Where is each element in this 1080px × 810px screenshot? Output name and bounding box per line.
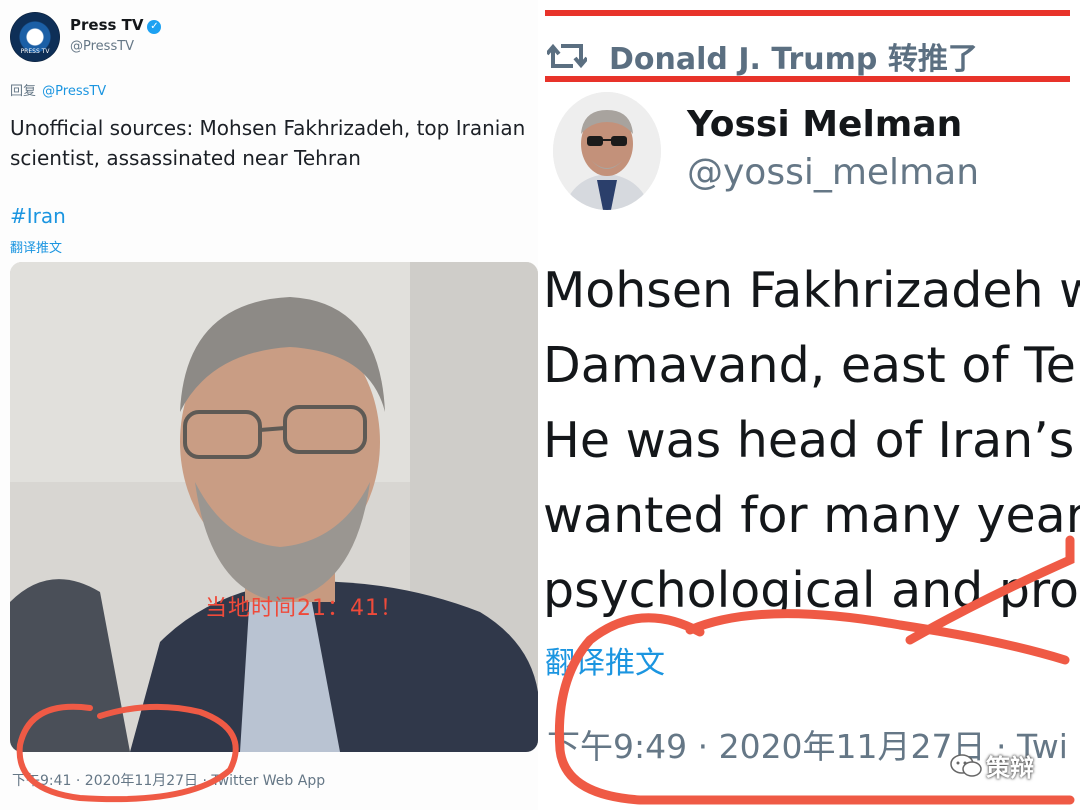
- verified-badge-icon: ✓: [147, 20, 162, 34]
- yossi-melman-avatar[interactable]: [553, 92, 661, 210]
- translate-tweet-link[interactable]: 翻译推文: [10, 237, 62, 256]
- tweet-timestamp[interactable]: 下午9:41 · 2020年11月27日 · Twitter Web App: [12, 770, 325, 790]
- tweet-text-line: wanted for many years: [545, 487, 1080, 544]
- author-handle[interactable]: @PressTV: [70, 39, 134, 54]
- chat-bubbles-icon: [950, 753, 982, 777]
- left-tweet-panel: PRESS TV Press TV ✓ @PressTV 回复 @PressTV …: [0, 0, 540, 810]
- press-tv-avatar[interactable]: PRESS TV: [10, 12, 60, 62]
- author-name[interactable]: Yossi Melman: [687, 104, 962, 145]
- tweet-text-line: Mohsen Fakhrizadeh was: [545, 262, 1080, 319]
- author-name[interactable]: Press TV ✓: [70, 16, 162, 34]
- reply-mention-link[interactable]: @PressTV: [42, 84, 106, 99]
- client-app-label: Twitter Web App: [211, 773, 326, 789]
- retweet-label[interactable]: Donald J. Trump 转推了: [609, 34, 978, 78]
- retweet-icon: [547, 43, 587, 69]
- timestamp-text[interactable]: 下午9:41 · 2020年11月27日 ·: [12, 773, 211, 789]
- right-tweet-panel: Donald J. Trump 转推了 Yossi Melman @yossi_…: [545, 0, 1080, 810]
- tweet-text-line: psychological and pro: [545, 562, 1079, 619]
- reply-context: 回复 @PressTV: [10, 80, 106, 99]
- tweet-text-line: Damavand, east of Tehran: [545, 337, 1080, 394]
- photo-overlay-annotation: 当地时间21：41！: [205, 596, 403, 621]
- hashtag-link[interactable]: #Iran: [10, 204, 66, 228]
- retweet-context: Donald J. Trump 转推了: [545, 32, 978, 80]
- translate-tweet-link[interactable]: 翻译推文: [545, 638, 665, 682]
- tweet-text-line: He was head of Iran’s: [545, 412, 1075, 469]
- author-name-text[interactable]: Press TV: [70, 16, 143, 34]
- reply-prefix: 回复: [10, 84, 37, 99]
- author-handle[interactable]: @yossi_melman: [687, 152, 979, 193]
- avatar-portrait: [553, 92, 661, 210]
- tweet-photo[interactable]: [10, 262, 538, 752]
- watermark-label: 策辩: [986, 754, 1034, 782]
- tweet-text-line: scientist, assassinated near Tehran: [10, 146, 361, 170]
- portrait-illustration: [10, 262, 538, 752]
- tweet-text-line: Unofficial sources: Mohsen Fakhrizadeh, …: [10, 116, 526, 140]
- watermark: 策辩: [950, 748, 1034, 783]
- tweet-text: Unofficial sources: Mohsen Fakhrizadeh, …: [10, 113, 540, 173]
- avatar-label: PRESS TV: [20, 48, 50, 55]
